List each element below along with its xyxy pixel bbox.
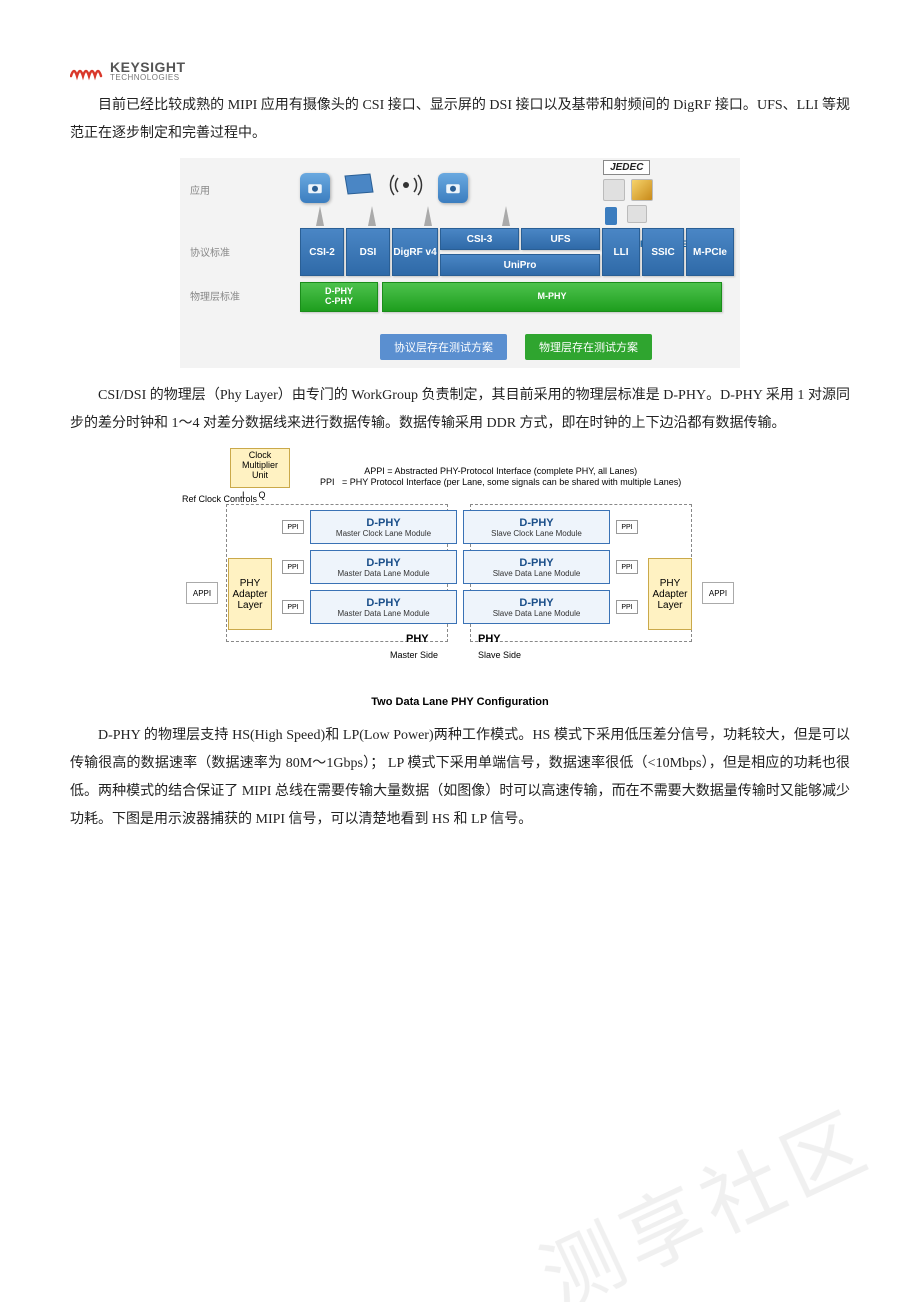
ppi-box: PPI	[616, 560, 638, 574]
lane-sub: Slave Data Lane Module	[493, 569, 581, 578]
dphy-title: D-PHY	[366, 597, 400, 609]
lanes-container: D-PHYMaster Clock Lane Module D-PHYSlave…	[310, 510, 610, 630]
footer-buttons: 协议层存在测试方案 物理层存在测试方案	[380, 334, 652, 360]
lane-sub: Slave Data Lane Module	[493, 609, 581, 618]
paragraph-2: CSI/DSI 的物理层（Phy Layer）由专门的 WorkGroup 负责…	[70, 382, 850, 438]
diagram-dphy-config: Clock Multiplier Unit Ref Clock Controls…	[180, 448, 740, 708]
proto-unipro: UniPro	[440, 254, 600, 276]
logo-text: KEYSIGHT TECHNOLOGIES	[110, 60, 186, 82]
hdd-icon	[603, 179, 625, 201]
lane-master-clock: D-PHYMaster Clock Lane Module	[310, 510, 457, 544]
arrow-icon	[424, 206, 432, 226]
dphy-title: D-PHY	[366, 557, 400, 569]
side-label-slave: Slave Side	[478, 650, 521, 660]
proto-mpcie: M-PCIe	[686, 228, 734, 276]
legend-ppi: PPI = PHY Protocol Interface (per Lane, …	[320, 477, 681, 488]
camera-icon-2	[438, 173, 468, 203]
phys-mphy: M-PHY	[382, 282, 722, 312]
camera-icon	[300, 173, 330, 203]
sd-icon	[603, 205, 621, 229]
appi-box-right: APPI	[702, 582, 734, 604]
jedec-logo: JEDEC	[603, 160, 650, 175]
diagram-mipi-stack: 应用 协议标准 物理层标准 JEDEC USB PCI EXPRESS	[180, 158, 740, 368]
proto-stack: CSI-3 UFS UniPro	[440, 228, 600, 276]
paragraph-1: 目前已经比较成熟的 MIPI 应用有摄像头的 CSI 接口、显示屏的 DSI 接…	[70, 92, 850, 148]
footer-protocol-test: 协议层存在测试方案	[380, 334, 507, 360]
legend: APPI = Abstracted PHY-Protocol Interface…	[320, 466, 681, 488]
appi-box-left: APPI	[186, 582, 218, 604]
phy-label-right: PHY	[478, 633, 501, 645]
ppi-box: PPI	[616, 520, 638, 534]
lane-sub: Master Clock Lane Module	[336, 529, 431, 538]
phys-line: C-PHY	[325, 297, 353, 307]
physical-layer: D-PHY C-PHY M-PHY	[300, 282, 722, 312]
lane-slave-data2: D-PHYSlave Data Lane Module	[463, 590, 610, 624]
iq-labels: I Q	[242, 490, 266, 500]
watermark: 测享社区	[520, 1077, 888, 1302]
phys-line: M-PHY	[538, 292, 567, 302]
lane-slave-data1: D-PHYSlave Data Lane Module	[463, 550, 610, 584]
lane-master-data2: D-PHYMaster Data Lane Module	[310, 590, 457, 624]
lane-master-data1: D-PHYMaster Data Lane Module	[310, 550, 457, 584]
app-icons-row	[300, 170, 468, 205]
display-icon	[344, 173, 374, 202]
diagram2-caption: Two Data Lane PHY Configuration	[180, 696, 740, 708]
ppi-box: PPI	[282, 600, 304, 614]
hdd-icon-2	[627, 205, 647, 223]
arrow-icon	[316, 206, 324, 226]
phy-label-left: PHY	[406, 633, 429, 645]
proto-digrf: DigRF v4	[392, 228, 438, 276]
footer-phys-test: 物理层存在测试方案	[525, 334, 652, 360]
side-label-master: Master Side	[390, 650, 438, 660]
row-label-protocol: 协议标准	[190, 244, 230, 259]
phys-dphy-cphy: D-PHY C-PHY	[300, 282, 378, 312]
flash-icon	[631, 179, 653, 201]
dphy-title: D-PHY	[366, 517, 400, 529]
i-label: I	[242, 490, 245, 500]
antenna-icon	[388, 170, 424, 205]
logo-brand: KEYSIGHT	[110, 60, 186, 74]
lane-row-clock: D-PHYMaster Clock Lane Module D-PHYSlave…	[310, 510, 610, 544]
ppi-box: PPI	[282, 520, 304, 534]
lane-sub: Master Data Lane Module	[337, 609, 429, 618]
storage-icons-2	[603, 205, 647, 229]
clock-multiplier-unit: Clock Multiplier Unit	[230, 448, 290, 488]
logo-sub: TECHNOLOGIES	[110, 74, 186, 82]
proto-ssic: SSIC	[642, 228, 684, 276]
arrow-icon	[502, 206, 510, 226]
proto-lli: LLI	[602, 228, 640, 276]
phy-adapter-master: PHY Adapter Layer	[228, 558, 272, 630]
logo-waves-icon	[70, 60, 104, 82]
proto-dsi: DSI	[346, 228, 390, 276]
lane-sub: Master Data Lane Module	[337, 569, 429, 578]
protocol-layer: CSI-2 DSI DigRF v4 CSI-3 UFS UniPro LLI …	[300, 228, 734, 276]
dphy-title: D-PHY	[519, 597, 553, 609]
lane-slave-clock: D-PHYSlave Clock Lane Module	[463, 510, 610, 544]
dphy-title: D-PHY	[519, 517, 553, 529]
ppi-box: PPI	[616, 600, 638, 614]
brand-logo: KEYSIGHT TECHNOLOGIES	[70, 60, 850, 82]
proto-csi3: CSI-3	[440, 228, 519, 250]
dphy-title: D-PHY	[519, 557, 553, 569]
row-label-app: 应用	[190, 182, 210, 197]
legend-appi: APPI = Abstracted PHY-Protocol Interface…	[320, 466, 681, 477]
lane-sub: Slave Clock Lane Module	[491, 529, 582, 538]
arrow-icon	[368, 206, 376, 226]
q-label: Q	[259, 490, 266, 500]
storage-icons	[603, 179, 653, 201]
row-label-phys: 物理层标准	[190, 288, 240, 303]
paragraph-3: D-PHY 的物理层支持 HS(High Speed)和 LP(Low Powe…	[70, 722, 850, 834]
proto-ufs: UFS	[521, 228, 600, 250]
ppi-box: PPI	[282, 560, 304, 574]
lane-row-data1: D-PHYMaster Data Lane Module D-PHYSlave …	[310, 550, 610, 584]
lane-row-data2: D-PHYMaster Data Lane Module D-PHYSlave …	[310, 590, 610, 624]
proto-csi2: CSI-2	[300, 228, 344, 276]
phy-adapter-slave: PHY Adapter Layer	[648, 558, 692, 630]
